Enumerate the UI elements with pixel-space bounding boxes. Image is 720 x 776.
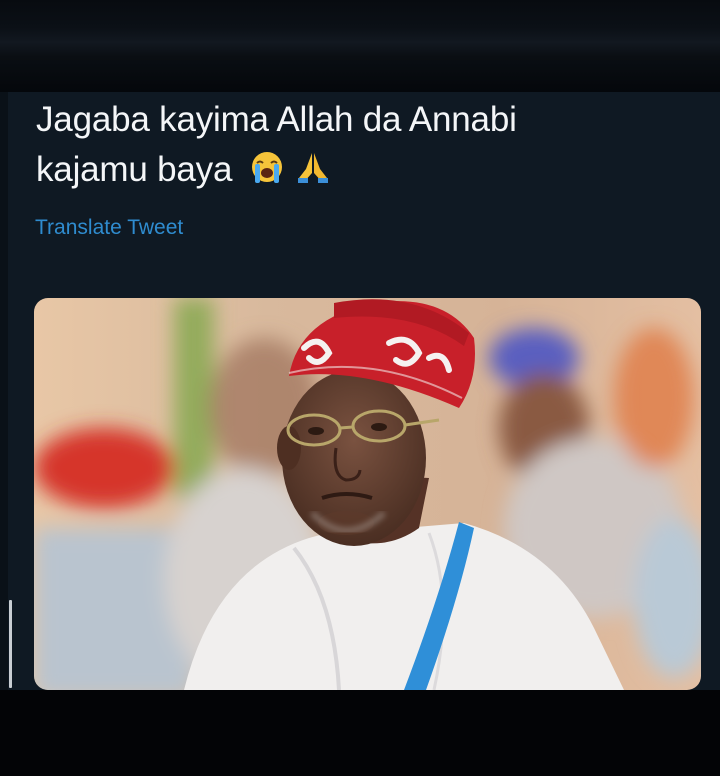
folded-hands-icon bbox=[298, 153, 329, 183]
photo-illustration bbox=[34, 298, 701, 690]
tweet-text: Jagaba kayima Allah da Annabi kajamu bay… bbox=[36, 95, 696, 199]
bottom-bar bbox=[0, 690, 720, 776]
crying-face-icon bbox=[251, 152, 282, 183]
top-bar bbox=[0, 0, 720, 92]
tweet-text-line-2-wrap: kajamu baya bbox=[36, 145, 696, 199]
scroll-indicator[interactable] bbox=[9, 600, 12, 688]
tweet-text-line-1: Jagaba kayima Allah da Annabi bbox=[36, 100, 517, 139]
tweet-photo[interactable] bbox=[34, 298, 701, 690]
emoji-group bbox=[248, 149, 332, 199]
tweet-text-line-2: kajamu baya bbox=[36, 150, 233, 189]
translate-tweet-link[interactable]: Translate Tweet bbox=[35, 215, 183, 241]
card-edge bbox=[0, 92, 8, 692]
